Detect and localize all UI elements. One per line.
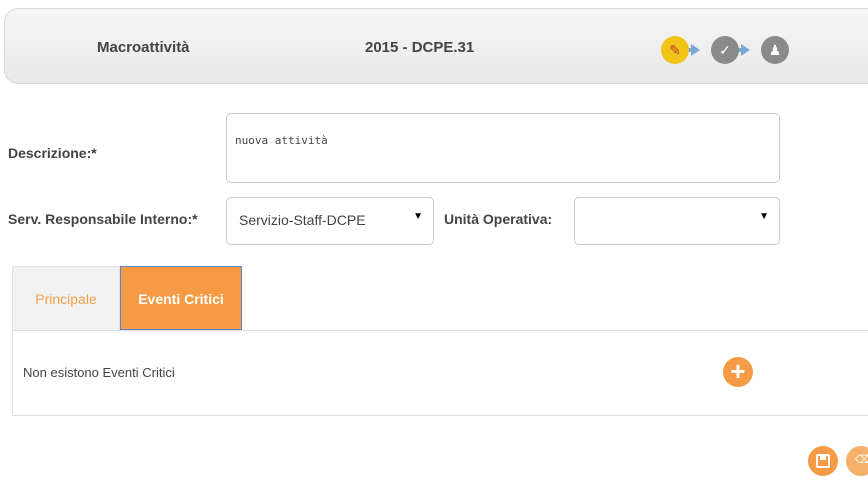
descrizione-label: Descrizione:*	[8, 145, 97, 161]
tab-eventi-critici[interactable]: Eventi Critici	[120, 266, 242, 330]
tab-principale[interactable]: Principale	[12, 266, 120, 330]
serv-responsabile-label: Serv. Responsabile Interno:*	[8, 211, 198, 227]
floppy-icon	[816, 454, 830, 468]
step-arrow-icon	[691, 44, 700, 56]
person-icon[interactable]: ♟	[761, 36, 789, 64]
chevron-down-icon: ▼	[413, 211, 423, 222]
cancel-button[interactable]: ⌫	[846, 446, 868, 476]
descrizione-field[interactable]: nuova attività	[226, 113, 780, 183]
check-icon[interactable]: ✓	[711, 36, 739, 64]
page-title: Macroattività	[97, 39, 190, 56]
unita-operativa-select[interactable]: ▼	[574, 197, 780, 245]
serv-responsabile-select[interactable]: Servizio-Staff-DCPE ▼	[226, 197, 434, 245]
save-button[interactable]	[808, 446, 838, 476]
pencil-icon[interactable]: ✎	[661, 36, 689, 64]
unita-operativa-label: Unità Operativa:	[444, 211, 553, 227]
trash-icon: ⌫	[855, 454, 868, 466]
record-code: 2015 - DCPE.31	[365, 39, 475, 56]
serv-responsabile-value: Servizio-Staff-DCPE	[239, 212, 366, 228]
add-evento-button[interactable]: +	[723, 357, 753, 387]
empty-message: Non esistono Eventi Critici	[23, 365, 175, 380]
chevron-down-icon: ▼	[759, 211, 769, 222]
step-arrow-icon	[741, 44, 750, 56]
page-header: Macroattività 2015 - DCPE.31 ✎ ✓ ♟	[4, 8, 868, 84]
eventi-critici-panel: Non esistono Eventi Critici +	[12, 330, 868, 416]
workflow-steps: ✎ ✓ ♟	[655, 31, 795, 71]
